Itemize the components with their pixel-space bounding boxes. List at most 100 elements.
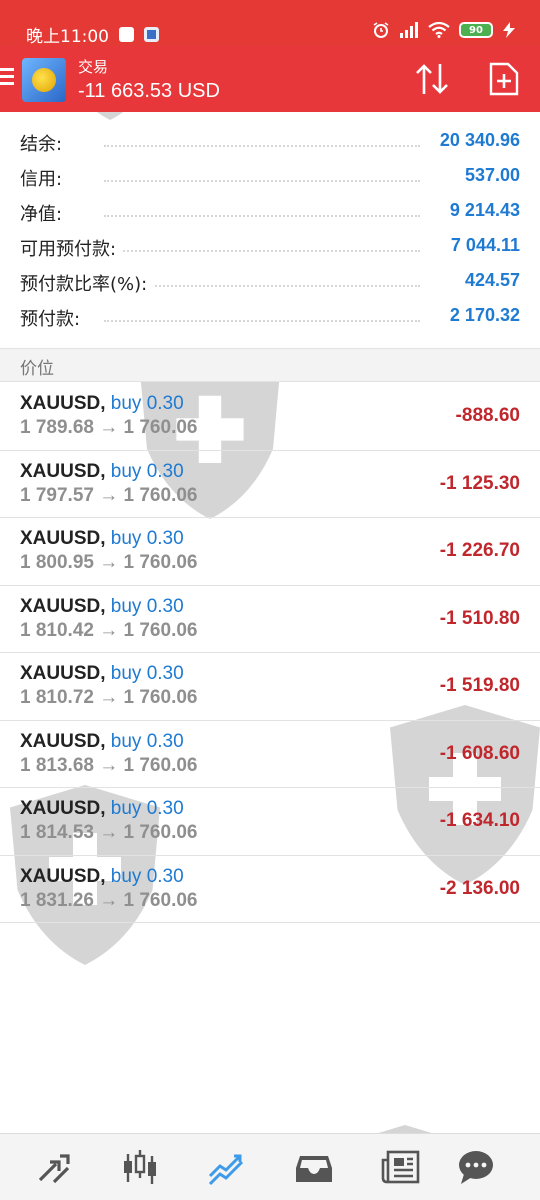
position-side: buy 0.30 [110, 798, 184, 819]
position-side: buy 0.30 [110, 595, 184, 617]
dotted-leader [104, 180, 420, 182]
newspaper-icon [381, 1150, 420, 1184]
position-row[interactable]: XAUUSD, buy 0.30 1 800.95 → 1 760.06 -1 22… [0, 518, 540, 586]
section-header: 价位 [0, 348, 540, 382]
position-prices: 1 810.42 → 1 760.06 [20, 619, 198, 641]
position-row[interactable]: XAUUSD, buy 0.30 1 789.68 → 1 760.06 -888.… [0, 383, 540, 451]
status-bar-left: 晚上11:00 [26, 22, 159, 47]
alarm-icon [373, 22, 389, 38]
position-symbol: XAUUSD, [20, 393, 106, 414]
position-symbol-line: XAUUSD, buy 0.30 [20, 866, 184, 888]
position-symbol: XAUUSD, [20, 798, 106, 819]
position-symbol: XAUUSD, [20, 595, 106, 617]
position-profit: -1 519.80 [439, 675, 520, 696]
position-symbol: XAUUSD, [20, 528, 106, 549]
nav-trade[interactable] [206, 1148, 246, 1186]
nav-messages[interactable] [456, 1148, 496, 1186]
app-logo [22, 58, 66, 102]
position-row[interactable]: XAUUSD, buy 0.30 1 814.53 → 1 760.06 -1 63… [0, 788, 540, 856]
position-prices: 1 797.57 → 1 760.06 [20, 484, 198, 506]
account-row-value: 424.57 [458, 270, 520, 291]
menu-icon[interactable] [0, 68, 14, 86]
account-row: 信用: 537.00 [0, 159, 540, 194]
position-symbol: XAUUSD, [20, 663, 106, 684]
account-row-label: 预付款比率(%): [20, 270, 154, 296]
account-row-label: 预付款: [20, 305, 87, 331]
dotted-leader [104, 320, 420, 322]
charging-icon [503, 22, 515, 38]
position-row[interactable]: XAUUSD, buy 0.30 1 813.68 → 1 760.06 -1 60… [0, 721, 540, 788]
position-symbol-line: XAUUSD, buy 0.30 [20, 798, 184, 820]
dotted-leader [104, 215, 420, 217]
signal-icon [400, 22, 418, 38]
account-row-value: 9 214.43 [443, 200, 520, 221]
section-title: 价位 [20, 359, 54, 379]
position-row[interactable]: XAUUSD, buy 0.30 1 810.72 → 1 760.06 -1 51… [0, 653, 540, 721]
bottom-nav [0, 1133, 540, 1200]
position-side: buy 0.30 [110, 528, 184, 549]
candlestick-icon [124, 1150, 156, 1184]
new-order-icon[interactable] [488, 62, 520, 96]
positions-list: XAUUSD, buy 0.30 1 789.68 → 1 760.06 -888.… [0, 383, 540, 923]
nav-history[interactable] [294, 1148, 334, 1186]
account-row-value: 20 340.96 [433, 130, 520, 151]
position-profit: -2 136.00 [439, 877, 520, 899]
notification-icon [119, 27, 134, 42]
position-side: buy 0.30 [110, 865, 184, 887]
position-symbol-line: XAUUSD, buy 0.30 [20, 731, 184, 753]
inbox-icon [296, 1156, 332, 1182]
position-side: buy 0.30 [110, 730, 184, 752]
position-row[interactable]: XAUUSD, buy 0.30 1 797.57 → 1 760.06 -1 12… [0, 451, 540, 518]
chat-bubble-icon [459, 1151, 493, 1184]
position-side: buy 0.30 [110, 460, 184, 482]
account-row-label: 可用预付款: [20, 235, 123, 261]
position-prices: 1 800.95 → 1 760.06 [20, 552, 198, 573]
account-row-value: 2 170.32 [443, 305, 520, 326]
account-summary: 结余: 20 340.96 信用: 537.00 净值: 9 214.43 可用预付款: 7 … [0, 124, 540, 334]
position-profit: -1 226.70 [439, 540, 520, 561]
position-prices: 1 789.68 → 1 760.06 [20, 417, 198, 438]
nav-news[interactable] [380, 1148, 420, 1186]
account-row: 可用预付款: 7 044.11 [0, 229, 540, 264]
account-row: 结余: 20 340.96 [0, 124, 540, 159]
page-title: 交易 [78, 58, 109, 76]
position-prices: 1 813.68 → 1 760.06 [20, 754, 198, 776]
position-row[interactable]: XAUUSD, buy 0.30 1 810.42 → 1 760.06 -1 51… [0, 586, 540, 653]
position-profit: -888.60 [455, 405, 520, 426]
dotted-leader [104, 250, 420, 252]
account-row-label: 净值: [20, 200, 69, 226]
position-profit: -1 608.60 [439, 742, 520, 764]
account-row: 预付款比率(%): 424.57 [0, 264, 540, 299]
position-symbol-line: XAUUSD, buy 0.30 [20, 461, 184, 483]
position-symbol-line: XAUUSD, buy 0.30 [20, 663, 184, 685]
app-header: 交易 -11 663.53 USD [0, 46, 540, 112]
position-row[interactable]: XAUUSD, buy 0.30 1 831.26 → 1 760.06 -2 13… [0, 856, 540, 923]
account-row-label: 信用: [20, 165, 69, 191]
position-side: buy 0.30 [110, 663, 184, 684]
nav-quotes[interactable] [34, 1148, 74, 1186]
arrows-diagonal-icon [38, 1154, 70, 1184]
battery-icon: 90 [459, 22, 493, 38]
position-prices: 1 814.53 → 1 760.06 [20, 822, 198, 843]
position-profit: -1 510.80 [439, 607, 520, 629]
account-row-value: 537.00 [458, 165, 520, 186]
nav-chart[interactable] [120, 1148, 160, 1186]
dotted-leader [104, 145, 420, 147]
account-row: 净值: 9 214.43 [0, 194, 540, 229]
balance-summary: -11 663.53 USD [78, 80, 220, 102]
status-bar-right: 90 [372, 21, 516, 39]
position-symbol: XAUUSD, [20, 460, 106, 482]
position-symbol: XAUUSD, [20, 865, 106, 887]
position-symbol-line: XAUUSD, buy 0.30 [20, 596, 184, 618]
account-row-value: 7 044.11 [444, 235, 520, 256]
trend-lines-icon [208, 1154, 244, 1186]
position-profit: -1 125.30 [439, 472, 520, 494]
position-profit: -1 634.10 [439, 810, 520, 831]
position-prices: 1 831.26 → 1 760.06 [20, 889, 198, 911]
sort-icon[interactable] [414, 62, 450, 96]
position-symbol-line: XAUUSD, buy 0.30 [20, 393, 184, 415]
account-row: 预付款: 2 170.32 [0, 299, 540, 334]
status-bar: 晚上11:00 90 [0, 0, 540, 47]
app-notification-icon [144, 27, 159, 42]
position-side: buy 0.30 [110, 393, 184, 414]
